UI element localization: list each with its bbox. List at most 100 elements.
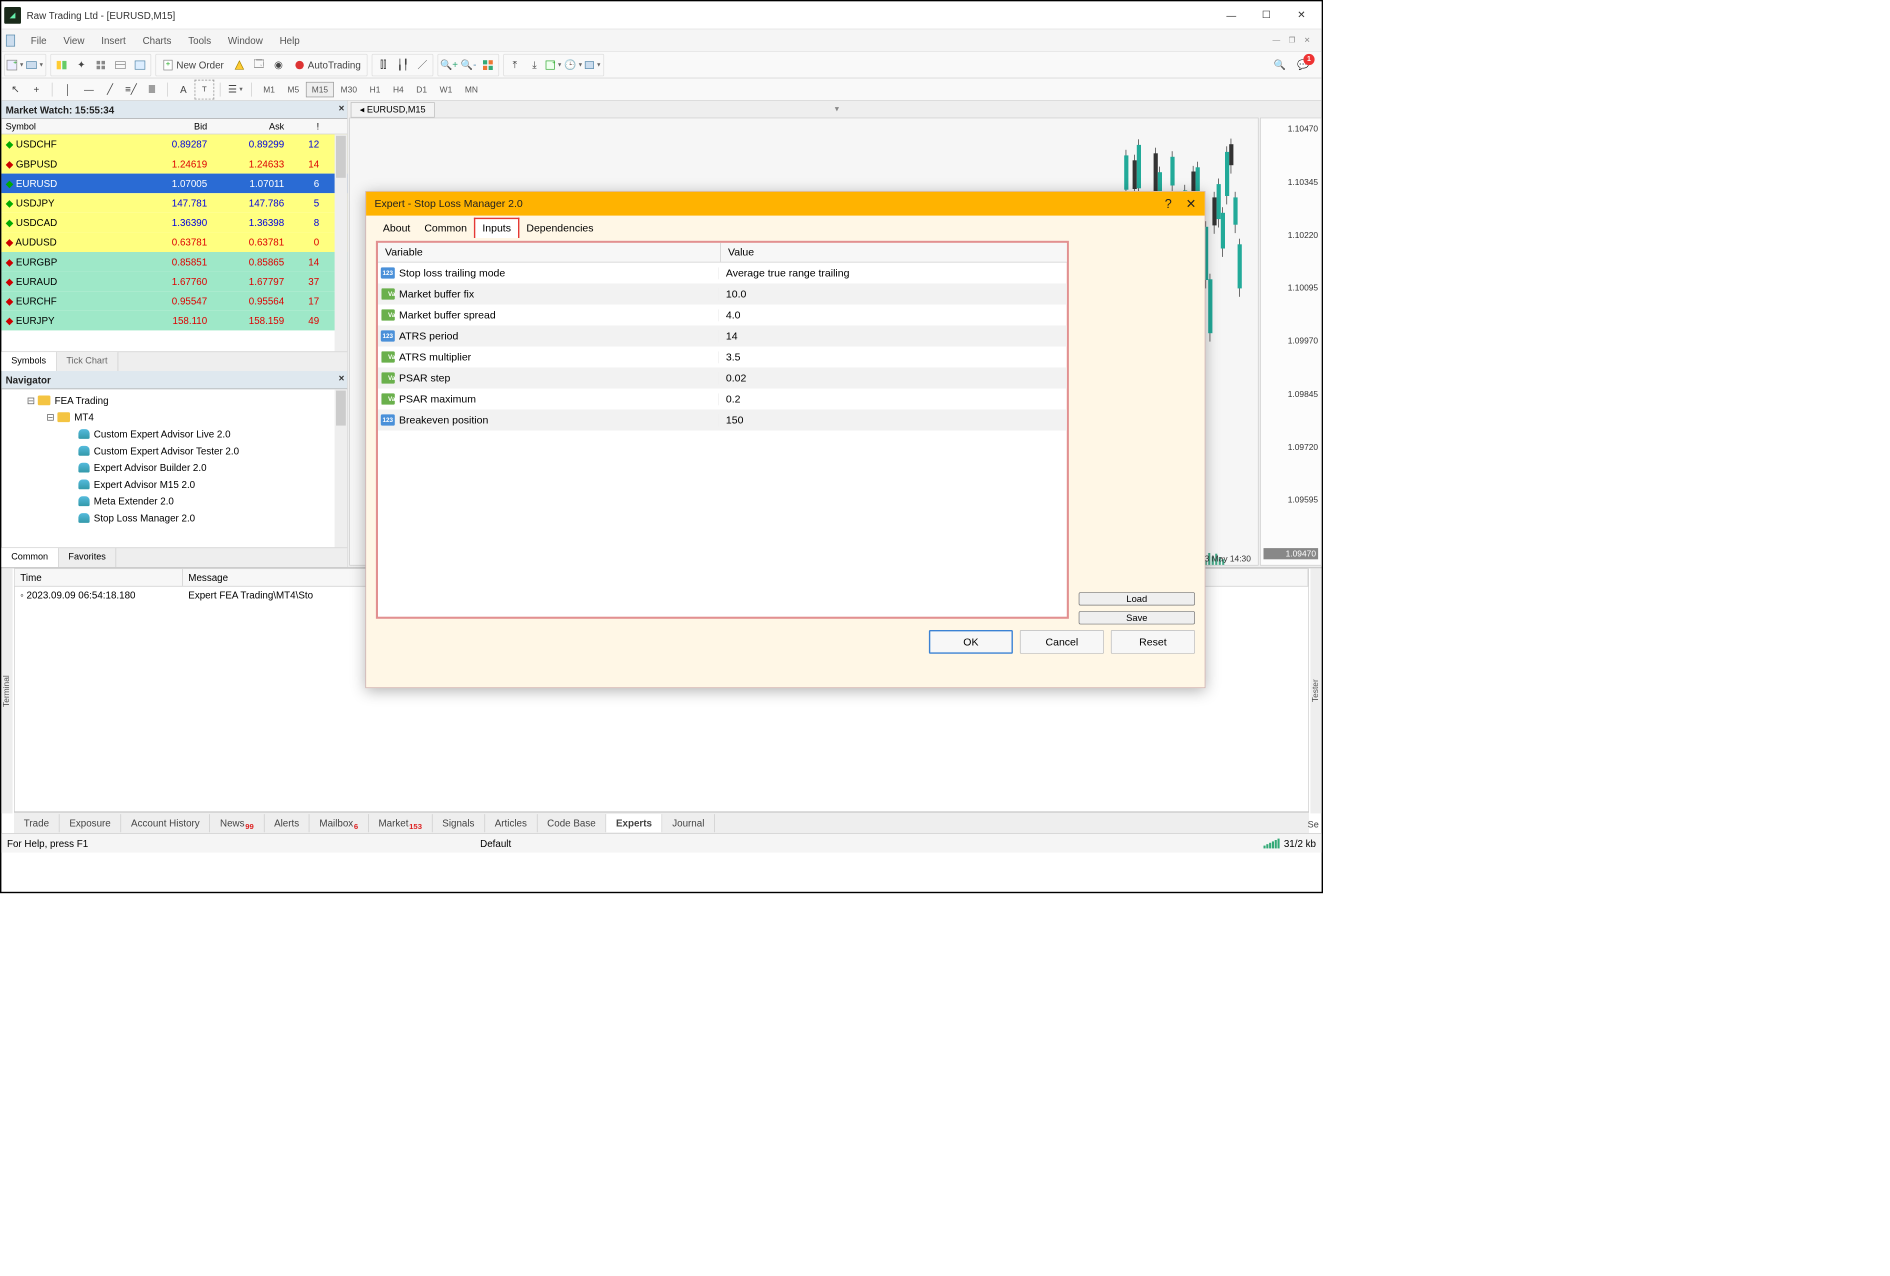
tab-symbols[interactable]: Symbols (1, 352, 56, 371)
candle-chart-button[interactable]: ╽╿ (393, 55, 413, 75)
menu-window[interactable]: Window (220, 32, 272, 49)
channel-tool[interactable]: ≡╱ (121, 79, 141, 99)
text-tool[interactable]: A (174, 79, 194, 99)
timeframe-H1[interactable]: H1 (364, 82, 386, 97)
strategy-tester-toggle[interactable] (130, 55, 150, 75)
terminal-tab-account-history[interactable]: Account History (121, 814, 210, 832)
symbol-row-EURCHF[interactable]: ◆ EURCHF0.955470.9556417 (1, 291, 347, 311)
load-button[interactable]: Load (1079, 592, 1195, 605)
vline-tool[interactable]: │ (58, 79, 78, 99)
new-order-button[interactable]: +New Order (157, 55, 230, 75)
market-watch-scrollbar[interactable] (335, 134, 348, 351)
ok-button[interactable]: OK (929, 630, 1013, 654)
terminal-side-label[interactable]: Terminal (1, 568, 12, 813)
dialog-help-icon[interactable]: ? (1165, 196, 1172, 211)
menu-view[interactable]: View (55, 32, 93, 49)
zoom-in-button[interactable]: 🔍+ (439, 55, 459, 75)
mdi-restore-icon[interactable]: ❐ (1289, 36, 1296, 45)
templates-button[interactable]: ▼ (583, 55, 603, 75)
objects-button[interactable]: ☰▼ (226, 79, 246, 99)
cancel-button[interactable]: Cancel (1020, 630, 1104, 654)
timeframe-M1[interactable]: M1 (258, 82, 281, 97)
chart-tab[interactable]: ◂ EURUSD,M15 (351, 102, 435, 117)
dialog-close-icon[interactable]: ✕ (1186, 196, 1197, 211)
terminal-toggle[interactable] (111, 55, 131, 75)
input-row[interactable]: 123Breakeven position150 (378, 410, 1067, 431)
nav-ea-item[interactable]: Custom Expert Advisor Tester 2.0 (6, 442, 343, 459)
terminal-tab-experts[interactable]: Experts (606, 814, 662, 832)
terminal-tab-news[interactable]: News99 (210, 814, 264, 832)
timeframe-M30[interactable]: M30 (335, 82, 363, 97)
menu-tools[interactable]: Tools (180, 32, 220, 49)
fullscreen-button[interactable]: ◉ (269, 55, 289, 75)
input-row[interactable]: VaPSAR step0.02 (378, 368, 1067, 389)
fib-tool[interactable]: ≣ (142, 79, 162, 99)
input-row[interactable]: 123ATRS period14 (378, 326, 1067, 347)
terminal-tab-signals[interactable]: Signals (433, 814, 485, 832)
indicators-button[interactable]: +▼ (544, 55, 564, 75)
crosshair-tool[interactable]: + (27, 79, 47, 99)
tester-side-label[interactable]: Tester (1310, 568, 1321, 813)
options-button[interactable]: 🗔 (249, 55, 269, 75)
profiles-button[interactable]: ▼ (25, 55, 45, 75)
terminal-tab-journal[interactable]: Journal (662, 814, 714, 832)
market-watch-close-icon[interactable]: × (339, 102, 345, 113)
search-button[interactable]: 🔍 (1270, 55, 1290, 75)
line-chart-button[interactable]: ／ (413, 55, 433, 75)
nav-ea-item[interactable]: Custom Expert Advisor Live 2.0 (6, 426, 343, 443)
timeframe-M5[interactable]: M5 (282, 82, 305, 97)
timeframe-D1[interactable]: D1 (411, 82, 433, 97)
close-button[interactable]: ✕ (1284, 1, 1319, 29)
cursor-tool[interactable]: ↖ (6, 79, 26, 99)
terminal-tab-mailbox[interactable]: Mailbox6 (310, 814, 369, 832)
hline-tool[interactable]: — (79, 79, 99, 99)
symbol-row-GBPUSD[interactable]: ◆ GBPUSD1.246191.2463314 (1, 154, 347, 174)
symbol-row-EURUSD[interactable]: ◆ EURUSD1.070051.070116 (1, 174, 347, 194)
trendline-tool[interactable]: ╱ (100, 79, 120, 99)
label-tool[interactable]: T (195, 79, 215, 99)
timeframe-M15[interactable]: M15 (306, 82, 334, 97)
reset-button[interactable]: Reset (1111, 630, 1195, 654)
terminal-tab-code-base[interactable]: Code Base (537, 814, 606, 832)
input-row[interactable]: 123Stop loss trailing modeAverage true r… (378, 263, 1067, 284)
tab-tick-chart[interactable]: Tick Chart (57, 352, 118, 371)
terminal-tab-trade[interactable]: Trade (14, 814, 60, 832)
input-row[interactable]: VaPSAR maximum0.2 (378, 389, 1067, 410)
tab-common[interactable]: Common (1, 548, 58, 567)
mdi-close-icon[interactable]: ✕ (1304, 36, 1310, 45)
timeframe-H4[interactable]: H4 (387, 82, 409, 97)
input-row[interactable]: VaMarket buffer spread4.0 (378, 305, 1067, 326)
nav-folder[interactable]: ⊟FEA Trading (6, 392, 343, 409)
zoom-out-button[interactable]: 🔍- (459, 55, 479, 75)
dialog-tab-common[interactable]: Common (417, 219, 474, 238)
nav-ea-item[interactable]: Expert Advisor M15 2.0 (6, 476, 343, 493)
periods-button[interactable]: 🕒▼ (564, 55, 584, 75)
input-row[interactable]: VaMarket buffer fix10.0 (378, 284, 1067, 305)
meta-editor-button[interactable] (229, 55, 249, 75)
new-chart-button[interactable]: +▼ (6, 55, 26, 75)
symbol-row-USDJPY[interactable]: ◆ USDJPY147.781147.7865 (1, 193, 347, 213)
menu-file[interactable]: File (22, 32, 55, 49)
dialog-tab-inputs[interactable]: Inputs (474, 218, 519, 238)
input-row[interactable]: VaATRS multiplier3.5 (378, 347, 1067, 368)
minimize-button[interactable]: — (1214, 1, 1249, 29)
symbol-row-USDCHF[interactable]: ◆ USDCHF0.892870.8929912 (1, 134, 347, 154)
dialog-tab-about[interactable]: About (376, 219, 417, 238)
terminal-tab-articles[interactable]: Articles (485, 814, 537, 832)
nav-ea-item[interactable]: Stop Loss Manager 2.0 (6, 510, 343, 527)
maximize-button[interactable]: ☐ (1249, 1, 1284, 29)
terminal-tab-exposure[interactable]: Exposure (60, 814, 122, 832)
market-watch-toggle[interactable] (52, 55, 72, 75)
symbol-row-AUDUSD[interactable]: ◆ AUDUSD0.637810.637810 (1, 232, 347, 252)
navigator-toggle[interactable] (91, 55, 111, 75)
timeframe-MN[interactable]: MN (459, 82, 483, 97)
autoscroll-button[interactable]: ⤓ (525, 55, 545, 75)
symbol-row-EURGBP[interactable]: ◆ EURGBP0.858510.8586514 (1, 252, 347, 272)
save-button[interactable]: Save (1079, 611, 1195, 624)
nav-ea-item[interactable]: Expert Advisor Builder 2.0 (6, 459, 343, 476)
symbol-row-EURAUD[interactable]: ◆ EURAUD1.677601.6779737 (1, 272, 347, 292)
nav-folder[interactable]: ⊟MT4 (6, 409, 343, 426)
symbol-row-EURJPY[interactable]: ◆ EURJPY158.110158.15949 (1, 311, 347, 331)
navigator-scrollbar[interactable] (335, 389, 348, 547)
bar-chart-button[interactable]: ⫿⫿ (373, 55, 393, 75)
